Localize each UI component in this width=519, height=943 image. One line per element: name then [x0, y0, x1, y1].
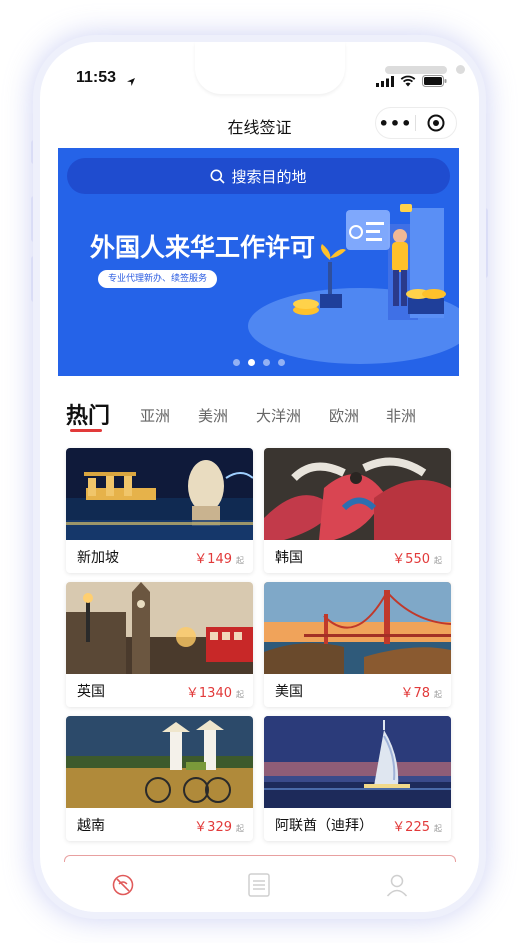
bottom-tab-bar — [40, 862, 479, 912]
destination-name: 越南 — [77, 818, 105, 834]
price-value: ￥329 — [194, 820, 232, 835]
nav-bar: 在线签证 ••• — [40, 104, 479, 148]
region-tabs: 热门 亚洲 美洲 大洋洲 欧洲 非洲 — [66, 392, 466, 442]
price-suffix: 起 — [434, 690, 442, 699]
location-arrow-icon — [126, 72, 136, 91]
phone-volume-down — [31, 256, 37, 302]
signal-icon — [376, 72, 394, 91]
destination-card-usa[interactable]: 美国 ￥78 起 — [264, 582, 451, 707]
tab-asia[interactable]: 亚洲 — [140, 405, 170, 426]
phone-volume-up — [31, 196, 37, 242]
destination-name: 阿联酋（迪拜） — [275, 818, 373, 834]
carousel-dot[interactable] — [277, 359, 285, 366]
destination-photo — [264, 582, 451, 674]
destination-card-korea[interactable]: 韩国 ￥550 起 — [264, 448, 451, 573]
close-mini-program-button[interactable] — [416, 114, 456, 132]
phone-notch — [195, 42, 465, 94]
phone-mute-switch — [31, 140, 37, 164]
business-illustration — [248, 204, 459, 364]
destination-photo — [66, 716, 253, 808]
price-suffix: 起 — [434, 824, 442, 833]
destination-price: ￥1340 起 — [186, 682, 244, 701]
search-placeholder: 搜索目的地 — [231, 167, 307, 186]
orders-list-icon[interactable] — [244, 870, 274, 900]
destination-name: 韩国 — [275, 550, 303, 566]
front-camera — [456, 65, 465, 74]
price-suffix: 起 — [236, 556, 244, 565]
price-value: ￥550 — [392, 552, 430, 567]
destination-price: ￥78 起 — [400, 682, 442, 701]
destination-photo — [264, 716, 451, 808]
battery-icon — [422, 72, 447, 91]
price-value: ￥78 — [400, 686, 430, 701]
more-button[interactable]: ••• — [376, 114, 415, 133]
price-value: ￥225 — [392, 820, 430, 835]
carousel-dot[interactable] — [232, 359, 240, 366]
phone-frame: 11:53 在线签证 ••• 搜索目的地 外国人来华工作许可 专业代理新办、续签… — [40, 42, 479, 912]
status-time: 11:53 — [76, 69, 117, 86]
hero-banner[interactable]: 搜索目的地 外国人来华工作许可 专业代理新办、续签服务 — [58, 148, 459, 376]
price-value: ￥1340 — [185, 686, 232, 701]
phone-power-button — [482, 208, 488, 278]
status-icons — [376, 72, 447, 91]
destination-price: ￥329 起 — [194, 816, 244, 835]
destination-photo — [66, 448, 253, 540]
tab-europe[interactable]: 欧洲 — [329, 405, 359, 426]
carousel-indicator — [58, 359, 459, 366]
destination-price: ￥225 起 — [392, 816, 442, 835]
tab-hot[interactable]: 热门 — [66, 398, 110, 430]
destination-card-vietnam[interactable]: 越南 ￥329 起 — [66, 716, 253, 841]
destination-name: 英国 — [77, 684, 105, 700]
price-value: ￥149 — [194, 552, 232, 567]
destination-photo — [66, 582, 253, 674]
tab-africa[interactable]: 非洲 — [386, 405, 416, 426]
destination-price: ￥550 起 — [392, 548, 442, 567]
tab-oceania[interactable]: 大洋洲 — [256, 405, 301, 426]
destination-price: ￥149 起 — [194, 548, 244, 567]
profile-icon[interactable] — [382, 870, 412, 900]
price-suffix: 起 — [236, 690, 244, 699]
price-suffix: 起 — [236, 824, 244, 833]
banner-tagline: 专业代理新办、续签服务 — [98, 270, 218, 288]
destination-photo — [264, 448, 451, 540]
destination-card-uae[interactable]: 阿联酋（迪拜） ￥225 起 — [264, 716, 451, 841]
destination-card-uk[interactable]: 英国 ￥1340 起 — [66, 582, 253, 707]
carousel-dot[interactable] — [262, 359, 270, 366]
search-input[interactable]: 搜索目的地 — [67, 158, 450, 194]
speaker-grille — [385, 66, 447, 74]
destination-card-singapore[interactable]: 新加坡 ￥149 起 — [66, 448, 253, 573]
search-icon — [210, 169, 226, 184]
wifi-icon — [400, 72, 416, 91]
destination-name: 新加坡 — [77, 550, 119, 566]
destination-name: 美国 — [275, 684, 303, 700]
mini-program-capsule: ••• — [375, 107, 457, 139]
target-icon — [427, 114, 445, 132]
price-suffix: 起 — [434, 556, 442, 565]
active-tab-indicator — [70, 429, 102, 432]
visa-icon[interactable] — [108, 870, 138, 900]
carousel-dot-active[interactable] — [247, 359, 255, 366]
tab-americas[interactable]: 美洲 — [198, 405, 228, 426]
